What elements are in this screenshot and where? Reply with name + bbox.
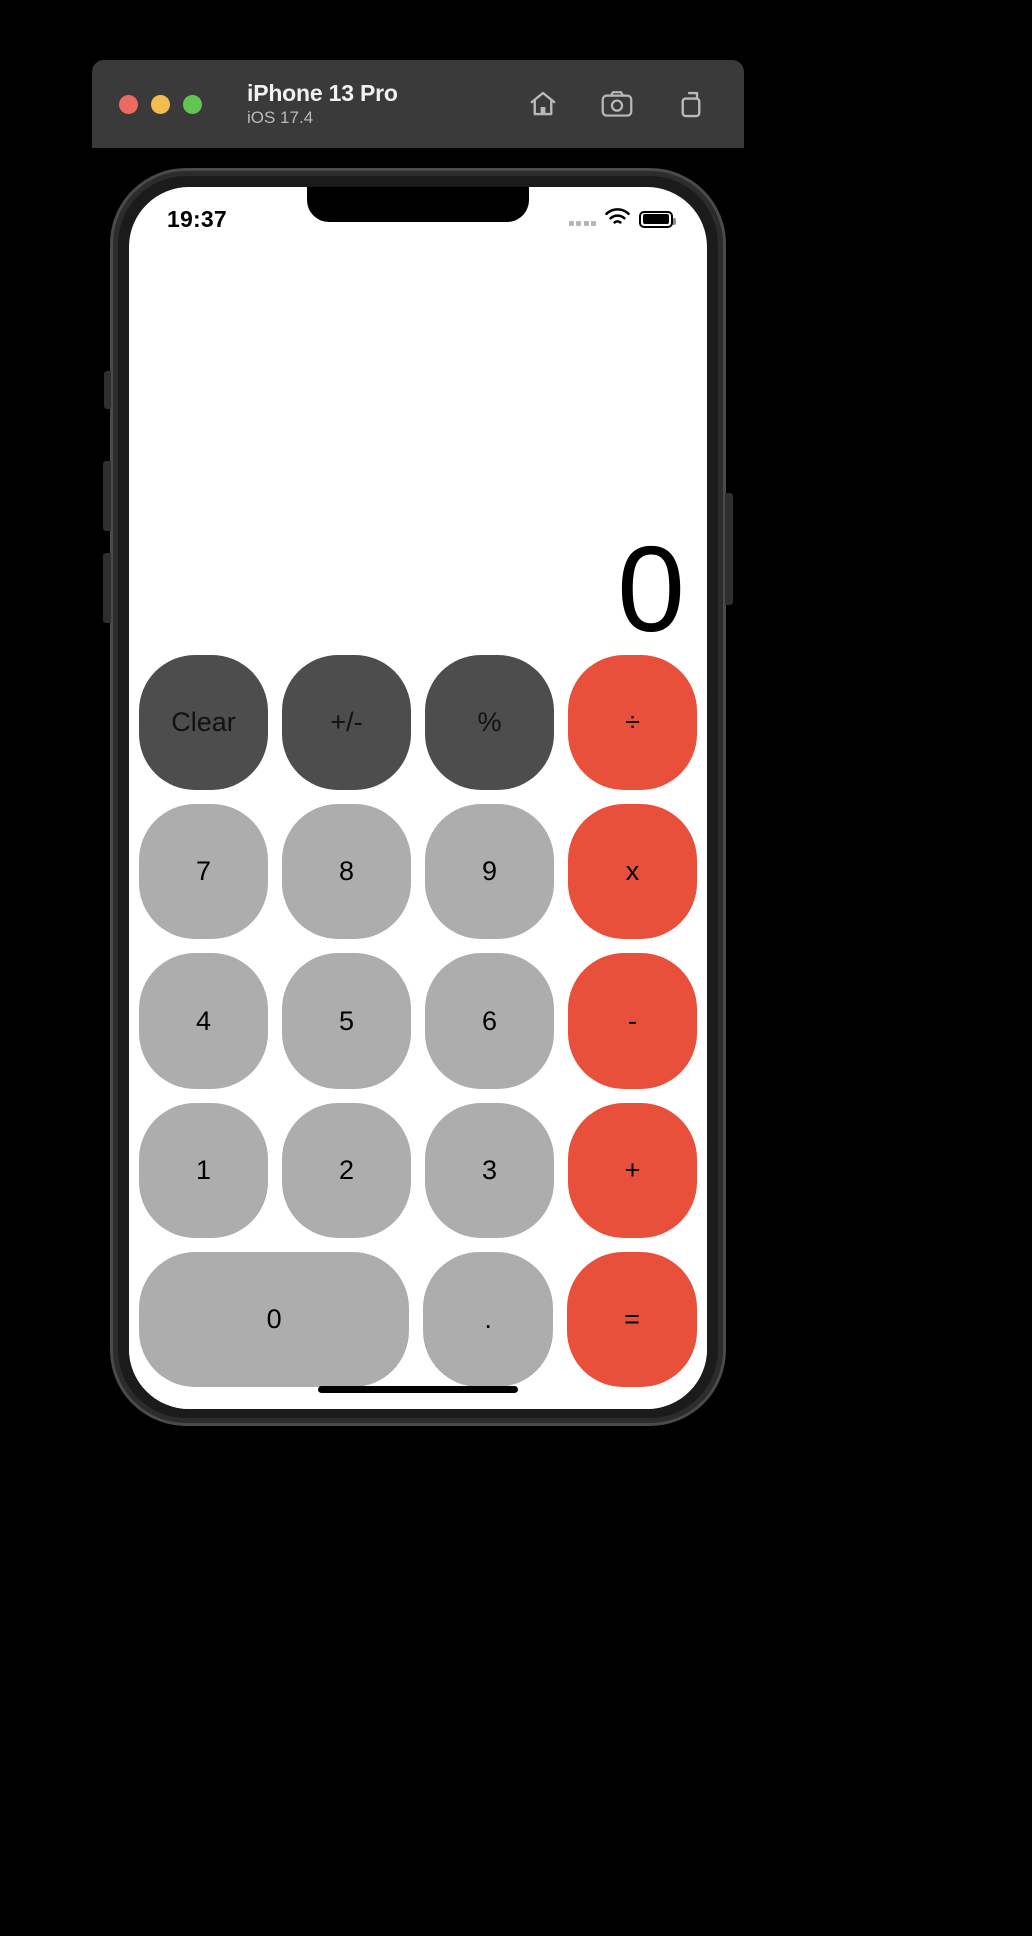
device-frame: 19:37 0 Clear +/- % ÷ 7 8 9 x 4 5 6 - 1 …: [103, 168, 733, 1426]
key-multiply[interactable]: x: [568, 804, 697, 940]
home-icon[interactable]: [526, 87, 560, 121]
calculator-display: 0: [129, 245, 707, 657]
maximize-button[interactable]: [183, 94, 202, 114]
window-title-block: iPhone 13 Pro iOS 17.4: [247, 80, 398, 128]
keypad-row: 7 8 9 x: [139, 804, 697, 940]
power-button[interactable]: [725, 493, 733, 605]
minimize-button[interactable]: [151, 94, 170, 114]
key-equals[interactable]: =: [567, 1251, 698, 1388]
status-indicators: [568, 207, 676, 232]
keypad-row: Clear +/- % ÷: [139, 655, 697, 791]
rotate-icon[interactable]: [674, 87, 708, 121]
keypad-row: 0 . =: [139, 1251, 698, 1388]
simulator-titlebar: iPhone 13 Pro iOS 17.4: [92, 60, 744, 148]
keypad-row: 1 2 3 +: [139, 1102, 697, 1238]
key-0[interactable]: 0: [139, 1251, 410, 1388]
key-8[interactable]: 8: [282, 804, 411, 940]
key-7[interactable]: 7: [139, 804, 268, 940]
display-value: 0: [617, 520, 685, 657]
key-minus[interactable]: -: [568, 953, 697, 1089]
silent-switch[interactable]: [104, 371, 111, 409]
close-button[interactable]: [119, 94, 138, 114]
key-percent[interactable]: %: [425, 655, 554, 791]
notch: [307, 187, 529, 222]
key-5[interactable]: 5: [282, 953, 411, 1089]
key-1[interactable]: 1: [139, 1102, 268, 1238]
calculator-app: 0 Clear +/- % ÷ 7 8 9 x 4 5 6 - 1 2 3 + …: [129, 245, 707, 1409]
key-plus[interactable]: +: [568, 1102, 697, 1238]
titlebar-actions: [526, 87, 708, 121]
screenshot-icon[interactable]: [600, 87, 634, 121]
battery-full-icon: [639, 210, 676, 228]
key-4[interactable]: 4: [139, 953, 268, 1089]
volume-down-button[interactable]: [103, 553, 111, 623]
volume-up-button[interactable]: [103, 461, 111, 531]
home-indicator[interactable]: [318, 1386, 518, 1393]
key-2[interactable]: 2: [282, 1102, 411, 1238]
key-6[interactable]: 6: [425, 953, 554, 1089]
key-decimal[interactable]: .: [423, 1251, 554, 1388]
key-9[interactable]: 9: [425, 804, 554, 940]
device-name: iPhone 13 Pro: [247, 80, 398, 106]
traffic-lights: [119, 94, 202, 114]
key-clear[interactable]: Clear: [139, 655, 268, 791]
status-time: 19:37: [167, 205, 227, 232]
key-sign-toggle[interactable]: +/-: [282, 655, 411, 791]
calculator-keypad: Clear +/- % ÷ 7 8 9 x 4 5 6 - 1 2 3 + 0 …: [129, 645, 707, 1409]
simulator-window: iPhone 13 Pro iOS 17.4 19:37 0 Clear +/-…: [0, 0, 1032, 1936]
wifi-icon: [604, 207, 631, 232]
signal-dots-icon: [568, 212, 596, 226]
keypad-row: 4 5 6 -: [139, 953, 697, 1089]
key-3[interactable]: 3: [425, 1102, 554, 1238]
device-screen: 19:37 0 Clear +/- % ÷ 7 8 9 x 4 5 6 - 1 …: [129, 187, 707, 1409]
key-divide[interactable]: ÷: [568, 655, 697, 791]
os-version: iOS 17.4: [247, 108, 314, 128]
